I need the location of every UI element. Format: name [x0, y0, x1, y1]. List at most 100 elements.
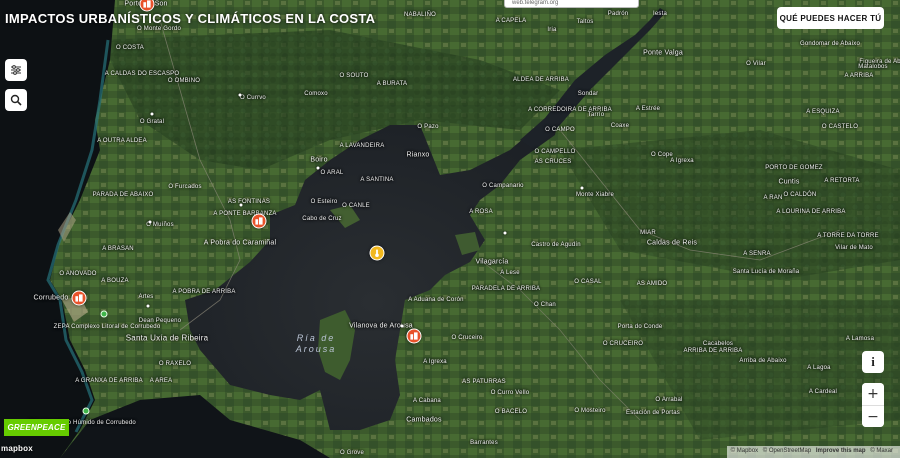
attribution-maxar[interactable]: © Maxar [870, 448, 893, 454]
place-label: A CALDAS DO ESCASPO [104, 71, 180, 77]
place-label: A ESQUIZA [806, 109, 840, 115]
climate-impact-marker-ria[interactable] [369, 245, 385, 261]
place-label: Vilagarcía [475, 258, 509, 266]
place-label: A LOURINA DE ARRIBA [776, 209, 846, 215]
filter-button[interactable] [5, 59, 27, 81]
attribution-osm[interactable]: © OpenStreetMap [763, 448, 811, 454]
place-label: O CASAL [574, 279, 602, 285]
place-label: Monte Xiabre [575, 192, 615, 198]
place-label: A BOUZA [101, 278, 129, 284]
place-label: O Currvo [240, 95, 266, 101]
place-label: A Igrexa [423, 359, 447, 365]
place-label: A LAVANDEIRA [339, 143, 385, 149]
place-label: O ANOVADO [59, 271, 97, 277]
place-label: A BURATA [376, 81, 408, 87]
place-label: Castro de Agudín [531, 242, 581, 248]
place-label: A SENRA [743, 251, 771, 257]
satellite-map[interactable]: Ría de Arousa Porto do SonO Monte GordoN… [0, 0, 900, 458]
zoom-in-button[interactable]: + [862, 383, 884, 405]
place-label: A SANTINA [360, 177, 394, 183]
urban-impact-marker-a-pobra[interactable] [251, 213, 267, 229]
place-label: Ponte Valga [643, 49, 683, 57]
place-label: A Cardeal [808, 389, 838, 395]
place-label: Cabo de Cruz [302, 216, 342, 222]
place-label: ZEPA Complexo Litoral de Corrubedo [53, 324, 161, 330]
place-label: O Gratal [139, 119, 165, 125]
place-label: PARADELA DE ARRIBA [471, 286, 541, 292]
urban-impact-marker-vilanova[interactable] [406, 328, 422, 344]
town-dot [503, 231, 507, 235]
mapbox-logo[interactable]: mapbox [1, 444, 33, 453]
sliders-icon [11, 65, 21, 75]
place-label: O Vilar [746, 61, 766, 67]
protected-area-pin[interactable] [82, 407, 90, 415]
place-label: Barrantes [470, 440, 498, 446]
town-dot [148, 220, 152, 224]
place-label: A POBRA DE ARRIBA [172, 289, 236, 295]
place-label: A Aduana de Corón [408, 297, 464, 303]
place-label: O SOUTO [339, 73, 369, 79]
place-label: O CAMPO [545, 127, 575, 133]
place-label: A Estrée [635, 106, 661, 112]
place-label: O OMBINO [167, 78, 201, 84]
building-icon [410, 332, 418, 340]
place-label: Santa Lucía de Moraña [732, 269, 800, 275]
search-button[interactable] [5, 89, 27, 111]
urban-impact-marker-corrubedo[interactable] [71, 290, 87, 306]
place-label: O CRUCEIRO [602, 341, 644, 347]
thermometer-icon [375, 249, 379, 258]
building-icon [255, 217, 263, 225]
building-icon [143, 0, 151, 8]
place-label: AS PATURRAS [462, 379, 506, 385]
place-label: O COSTA [116, 45, 144, 51]
protected-area-pin[interactable] [100, 310, 108, 318]
place-label: A Cabana [413, 398, 441, 404]
place-label: A Lagoa [807, 365, 831, 371]
place-label: O Grove [339, 450, 365, 456]
place-label: O Arrabal [655, 397, 683, 403]
place-label: Cacabelos [702, 341, 734, 347]
place-label: A BRASAN [102, 246, 134, 252]
place-label: O CAMPELLO [534, 149, 576, 155]
place-label: Tarrío [587, 112, 605, 118]
zoom-out-button[interactable]: − [862, 406, 884, 427]
place-label: O CANLE [342, 203, 370, 209]
place-label: Arriba de Abaixo [739, 358, 787, 364]
place-label: A AREA [149, 378, 173, 384]
place-label: Cambados [406, 416, 442, 424]
place-label: Caldas de Reis [646, 239, 698, 247]
place-label: O CASTELO [821, 124, 859, 130]
place-label: A ARRIBA [844, 73, 874, 79]
zoom-control: + − [862, 383, 884, 427]
place-label: A ROSA [469, 209, 493, 215]
page-title: IMPACTOS URBANÍSTICOS Y CLIMÁTICOS EN LA… [5, 11, 376, 26]
place-label: O Campanario [482, 183, 524, 189]
place-label: O BACELO [494, 409, 528, 415]
place-label: Corrubedo [33, 294, 69, 302]
place-label: ARRIBA DE ARRIBA [683, 348, 743, 354]
greenpeace-logo[interactable]: GREENPEACE [4, 419, 69, 436]
place-label: A PONTE BARBANZA [213, 211, 277, 217]
map-attribution: © Mapbox © OpenStreetMap Improve this ma… [726, 446, 900, 458]
url-hint: web.telegram.org [504, 0, 639, 8]
building-icon [75, 294, 83, 302]
place-label: A Lamosa [845, 336, 875, 342]
town-dot [238, 93, 242, 97]
place-label: O Esteiro [310, 199, 338, 205]
place-label: O Pazo [417, 124, 439, 130]
place-label: A Pobra do Caramiñal [203, 239, 277, 247]
what-you-can-do-button[interactable]: QUÉ PUEDES HACER TÚ [777, 7, 884, 29]
place-label: O Curro Vello [490, 390, 530, 396]
attribution-mapbox[interactable]: © Mapbox [731, 448, 758, 454]
town-dot [580, 186, 584, 190]
place-label: Taltos [576, 19, 594, 25]
place-label: Matalobos [858, 64, 888, 70]
place-label: PORTO DE GOMEZ [765, 165, 823, 171]
place-label: O Mosteiro [574, 408, 606, 414]
place-label: Estación de Portas [626, 410, 680, 416]
info-button[interactable]: i [862, 351, 884, 373]
attribution-improve[interactable]: Improve this map [816, 448, 866, 454]
place-label: A CAPELA [495, 18, 527, 24]
place-label: O Cruceiro [451, 335, 483, 341]
place-label: Rianxo [406, 151, 430, 159]
